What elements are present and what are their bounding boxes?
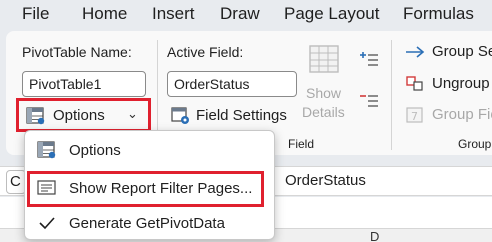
pivot-name-input[interactable]: PivotTable1 [22,71,146,97]
chevron-down-icon: ⌄ [127,106,138,121]
tab-draw[interactable]: Draw [220,4,260,24]
ribbon-tab-bar: File Home Insert Draw Page Layout Formul… [0,0,492,30]
menu-item-options[interactable]: Options [25,134,274,166]
pivot-options-icon [37,141,57,159]
show-details-label-line2: Details [302,104,345,120]
svg-text:7: 7 [411,110,418,123]
pivot-name-label: PivotTable Name: [22,44,132,60]
menu-item-label: Show Report Filter Pages... [69,180,253,197]
show-details-label-line1: Show [306,85,342,101]
options-dropdown-menu: Options Show Report Filter Pages... Gene… [24,130,275,240]
column-header-d[interactable]: D [370,229,379,242]
checkmark-icon [37,214,57,232]
menu-item-show-report-filter-pages[interactable]: Show Report Filter Pages... [25,172,274,204]
options-button-label: Options [53,107,105,124]
group-divider [391,40,392,150]
tab-insert[interactable]: Insert [152,4,195,24]
field-settings-icon [171,107,191,125]
arrow-right-icon [405,44,427,60]
active-field-input[interactable]: OrderStatus [167,71,297,97]
ungroup-icon [405,75,427,93]
field-settings-button[interactable]: Field Settings [167,104,287,128]
group-field-button[interactable]: 7 Group Fie [405,104,492,126]
tab-formulas[interactable]: Formulas [403,4,474,24]
field-settings-label: Field Settings [196,107,287,124]
show-details-icon [308,42,342,76]
ungroup-button[interactable]: Ungroup [405,73,492,95]
collapse-field-icon[interactable] [358,92,380,108]
pivot-options-icon [26,107,46,125]
menu-item-label: Generate GetPivotData [69,215,225,232]
group-selection-label: Group Se [432,43,492,60]
active-field-label: Active Field: [167,44,244,60]
group-field-icon: 7 [405,106,427,124]
group-field-label: Group Fie [432,106,492,123]
menu-item-generate-getpivotdata[interactable]: Generate GetPivotData [25,207,274,239]
group-group-label: Group [458,137,492,151]
ungroup-label: Ungroup [432,75,490,92]
show-details-button[interactable]: Show Details [300,42,352,122]
expand-field-icon[interactable] [358,51,380,67]
tab-file[interactable]: File [22,4,49,24]
options-button[interactable]: Options ⌄ [16,98,151,132]
group-selection-button[interactable]: Group Se [405,42,492,64]
report-filter-pages-icon [37,179,57,197]
name-box[interactable]: C [6,170,26,194]
tab-page-layout[interactable]: Page Layout [284,4,379,24]
menu-item-label: Options [69,142,121,159]
tab-home[interactable]: Home [82,4,127,24]
formula-bar-value[interactable]: OrderStatus [285,172,366,189]
active-field-group-label: Field [288,137,315,151]
